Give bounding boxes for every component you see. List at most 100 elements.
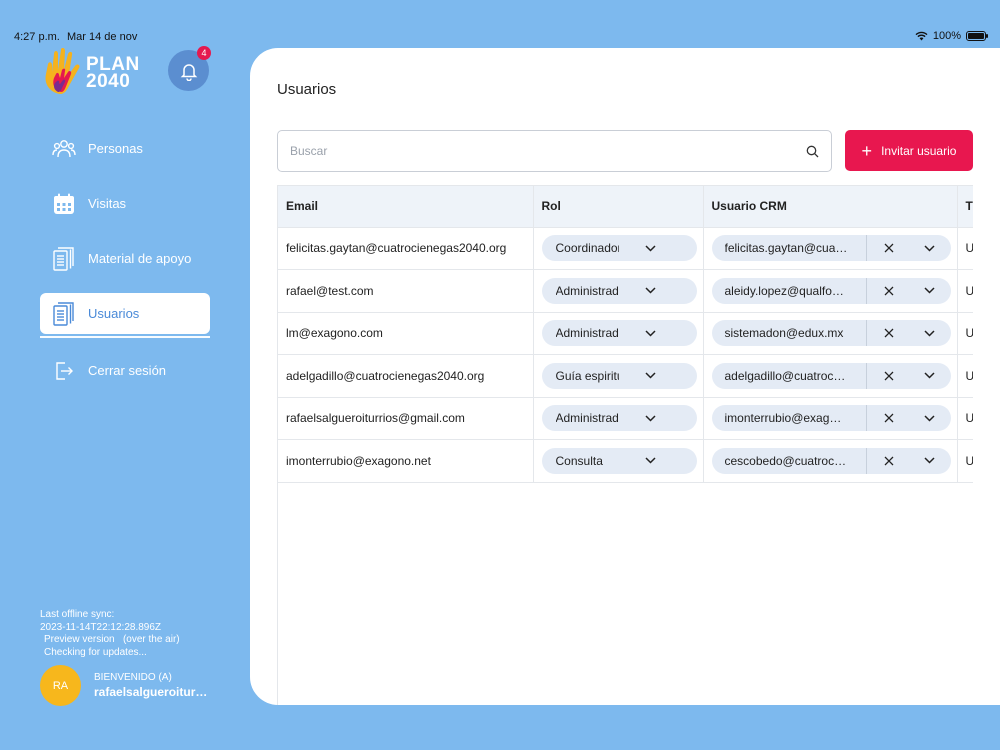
chevron-down-icon[interactable]: [923, 287, 935, 294]
sync-label: Last offline sync:: [40, 609, 115, 620]
sidebar-item-personas[interactable]: Personas: [40, 128, 210, 169]
ti-cell: U: [957, 269, 973, 313]
clear-icon[interactable]: [884, 243, 894, 253]
email-cell: imonterrubio@exagono.net: [278, 439, 534, 483]
rol-select[interactable]: Guía espiritualid: [541, 362, 697, 389]
search-box[interactable]: [277, 130, 832, 172]
rol-cell: Consulta: [533, 439, 704, 483]
people-icon: [52, 137, 76, 161]
rol-select[interactable]: Coordinador: [541, 235, 697, 262]
users-table: Email Rol Usuario CRM Ti felicitas.gayta…: [277, 185, 973, 705]
rol-cell: Administrador: [533, 397, 704, 440]
logout-button[interactable]: Cerrar sesión: [40, 350, 210, 391]
crm-cell: sistemadon@edux.mx: [703, 312, 958, 355]
table-row[interactable]: rafael@test.com Administrador aleidy.lopez…: [278, 269, 973, 313]
chevron-down-icon: [619, 415, 683, 422]
rol-value: Administrador: [555, 326, 620, 341]
crm-user-value: adelgadillo@cuatrocienegas2040.org: [724, 368, 848, 383]
battery-percent: 100%: [932, 30, 961, 42]
crm-cell: aleidy.lopez@qualfon.com: [703, 269, 958, 313]
notifications-button[interactable]: 4: [168, 46, 211, 91]
rol-cell: Administrador: [533, 312, 704, 355]
table-row[interactable]: felicitas.gaytan@cuatrocienegas2040.org C…: [278, 227, 973, 270]
status-date: Mar 14 de nov: [67, 31, 138, 43]
chevron-down-icon[interactable]: [923, 372, 935, 379]
rol-select[interactable]: Consulta: [541, 447, 697, 474]
version-info: Preview version (over the air): [40, 634, 180, 647]
ti-cell: U: [957, 397, 973, 440]
crm-cell: cescobedo@cuatrocienegas2040.org: [703, 439, 958, 483]
documents-icon: [52, 301, 76, 326]
crm-user-value: aleidy.lopez@qualfon.com: [724, 283, 848, 298]
notification-badge: 4: [197, 46, 211, 60]
update-status: Checking for updates...: [44, 646, 147, 658]
rol-select[interactable]: Administrador: [541, 320, 697, 347]
chevron-down-icon[interactable]: [923, 415, 935, 422]
rol-value: Administrador: [555, 283, 620, 298]
search-icon[interactable]: [806, 145, 819, 158]
user-name: rafaelsalgueroiturrios: [94, 685, 209, 699]
clear-icon[interactable]: [884, 413, 894, 423]
crm-user-value: felicitas.gaytan@cuatrocienegas2040.org: [724, 241, 848, 256]
sidebar-nav: Personas Visitas Material de apoyo Usuar…: [40, 128, 210, 405]
email-cell: rafaelsalgueroiturrios@gmail.com: [278, 397, 534, 440]
preview-version: Preview version: [44, 634, 115, 645]
wifi-icon: [915, 31, 928, 41]
crm-user-select[interactable]: aleidy.lopez@qualfon.com: [711, 277, 951, 304]
table-header-row: Email Rol Usuario CRM Ti: [278, 186, 973, 228]
sync-info: Last offline sync: 2023-11-14T22:12:28.8…: [40, 609, 180, 659]
user-profile[interactable]: RA BIENVENIDO (A) rafaelsalgueroiturrios: [40, 665, 209, 706]
sidebar-item-visitas[interactable]: Visitas: [40, 183, 210, 224]
rol-select[interactable]: Administrador: [541, 277, 697, 304]
chevron-down-icon: [619, 457, 683, 464]
crm-user-select[interactable]: adelgadillo@cuatrocienegas2040.org: [711, 362, 951, 389]
table-row[interactable]: imonterrubio@exagono.net Consulta cescobed…: [278, 439, 973, 483]
status-bar: 4:27 p.m. Mar 14 de nov 100%: [0, 30, 1000, 46]
clear-icon[interactable]: [884, 328, 894, 338]
invite-user-button[interactable]: + Invitar usuario: [845, 130, 973, 171]
column-header-email[interactable]: Email: [278, 186, 534, 228]
rol-cell: Administrador: [533, 269, 704, 313]
chevron-down-icon[interactable]: [923, 330, 935, 337]
plus-icon: +: [861, 140, 873, 161]
ti-cell: U: [957, 312, 973, 355]
email-cell: lm@exagono.com: [278, 312, 534, 355]
welcome-label: BIENVENIDO (A): [94, 672, 172, 683]
chevron-down-icon[interactable]: [923, 245, 935, 252]
crm-user-select[interactable]: sistemadon@edux.mx: [711, 320, 951, 347]
column-header-ti[interactable]: Ti: [957, 186, 973, 228]
sidebar-item-label: Usuarios: [88, 306, 140, 321]
table-row[interactable]: lm@exagono.com Administrador sistemadon@ed…: [278, 312, 973, 355]
calendar-icon: [52, 192, 76, 216]
sidebar-item-material-de-apoyo[interactable]: Material de apoyo: [40, 238, 210, 279]
crm-user-value: imonterrubio@exagono.net: [724, 411, 848, 426]
plan-2040-logo: PLAN 2040: [42, 48, 152, 96]
crm-user-select[interactable]: felicitas.gaytan@cuatrocienegas2040.org: [711, 235, 951, 262]
sidebar-item-label: Material de apoyo: [88, 251, 192, 266]
status-indicators: 100%: [915, 30, 988, 42]
rol-value: Administrador: [555, 411, 620, 426]
search-input[interactable]: [290, 144, 806, 158]
crm-user-select[interactable]: cescobedo@cuatrocienegas2040.org: [711, 447, 951, 474]
crm-cell: felicitas.gaytan@cuatrocienegas2040.org: [703, 227, 958, 270]
table-row[interactable]: rafaelsalgueroiturrios@gmail.com Administ…: [278, 397, 973, 440]
clear-icon[interactable]: [884, 371, 894, 381]
battery-icon: [966, 31, 988, 41]
email-cell: rafael@test.com: [278, 269, 534, 313]
sidebar-item-usuarios[interactable]: Usuarios: [40, 293, 210, 334]
column-header-usuario-crm[interactable]: Usuario CRM: [703, 186, 958, 228]
rol-cell: Guía espiritualid: [533, 354, 704, 398]
column-header-rol[interactable]: Rol: [533, 186, 704, 228]
table-row[interactable]: adelgadillo@cuatrocienegas2040.org Guía e…: [278, 354, 973, 398]
clear-icon[interactable]: [884, 286, 894, 296]
invite-user-label: Invitar usuario: [881, 143, 957, 158]
rol-value: Guía espiritualid: [555, 368, 620, 383]
chevron-down-icon: [619, 287, 683, 294]
rol-cell: Coordinador: [533, 227, 704, 270]
rol-select[interactable]: Administrador: [541, 405, 697, 432]
sidebar-divider: [40, 336, 210, 338]
email-cell: felicitas.gaytan@cuatrocienegas2040.org: [278, 227, 534, 270]
crm-user-select[interactable]: imonterrubio@exagono.net: [711, 405, 951, 432]
chevron-down-icon[interactable]: [923, 457, 935, 464]
clear-icon[interactable]: [884, 456, 894, 466]
